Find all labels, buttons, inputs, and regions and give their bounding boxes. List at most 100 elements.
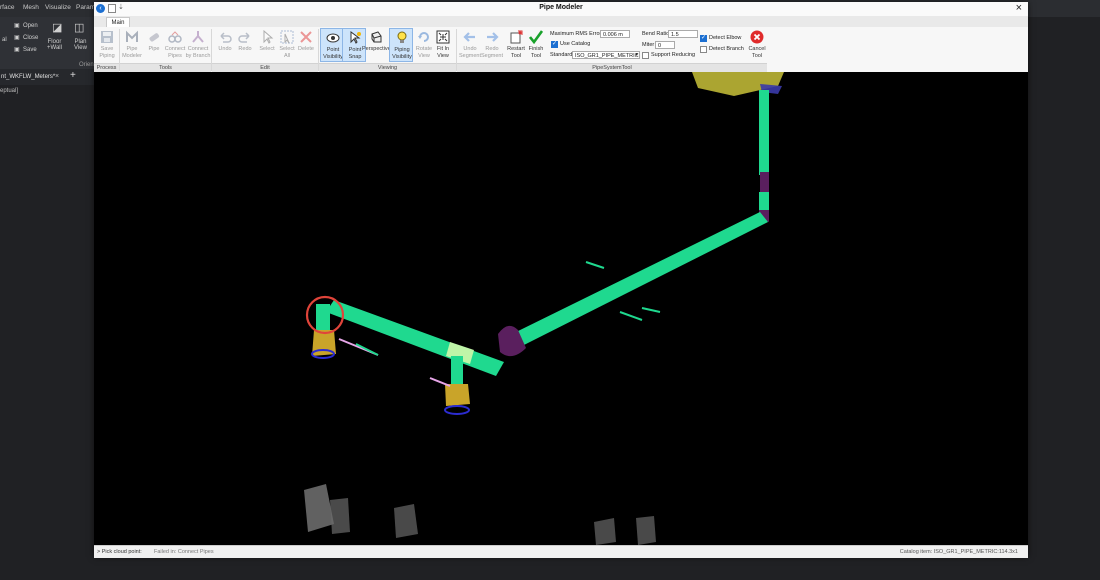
delete-button[interactable]: Delete	[294, 28, 318, 62]
host-orient-label: Orien	[79, 62, 94, 68]
redo-segment-button[interactable]: Redo Segment	[480, 28, 504, 62]
host-save-button[interactable]: Save	[23, 47, 37, 53]
arrow-right-icon	[487, 32, 499, 42]
pipe-modeler-window: ‹ ⇣ Pipe Modeler × Main Save Piping Pipe…	[94, 2, 1028, 558]
arrow-left-icon	[463, 32, 475, 42]
pipe-drop	[451, 356, 463, 386]
pipe-modeler-icon	[126, 30, 138, 42]
connect-pipes-icon	[168, 31, 182, 43]
max-rms-input[interactable]: 0.006 m	[600, 30, 630, 38]
host-menu-mesh[interactable]: Mesh	[23, 4, 39, 11]
miter-input[interactable]: 0	[655, 41, 675, 49]
detect-branch-checkbox[interactable]	[700, 46, 707, 53]
point-snap-button[interactable]: Point Snap	[342, 28, 366, 62]
host-plan-view-button[interactable]: Plan View	[74, 39, 87, 51]
host-doc-tab-label: nt_WKFLW_Meters*	[1, 74, 56, 80]
host-menu-visualize[interactable]: Visualize	[45, 4, 71, 11]
pipe-fragment	[641, 307, 661, 313]
structure-point-cloud	[304, 484, 334, 532]
base-flange	[444, 405, 470, 415]
bend-ratio-input[interactable]: 1.5	[668, 30, 698, 38]
structure-point-cloud	[636, 516, 656, 545]
host-floor-wall-button[interactable]: Floor +Wall	[47, 39, 62, 51]
rotate-view-icon	[418, 32, 429, 42]
detect-elbow-label: Detect Elbow	[709, 35, 742, 41]
host-menu-surface[interactable]: rface	[0, 4, 14, 11]
undo-icon	[220, 32, 232, 43]
host-ribbon: al ▣ Open ▣ Close ▣ Save ◪ Floor +Wall ◫…	[0, 17, 96, 69]
pipe-elbow	[760, 172, 769, 194]
host-btn-stub[interactable]: al	[2, 37, 7, 43]
host-doc-tab-close-icon[interactable]: ×	[55, 71, 59, 83]
3d-viewport[interactable]	[94, 72, 1028, 545]
status-message: Failed in: Connect Pipes	[154, 549, 214, 555]
support-point-cloud	[445, 384, 470, 406]
group-label-process: Process	[94, 63, 119, 72]
pipe-modeler-button[interactable]: Pipe Modeler	[120, 28, 144, 62]
cursor-icon	[263, 30, 274, 44]
pipe-segment-branch	[326, 300, 504, 376]
fit-in-view-label: Fit In View	[436, 46, 450, 59]
select-all-icon	[280, 30, 294, 44]
host-save-icon: ▣	[14, 47, 20, 53]
lightbulb-icon	[397, 31, 407, 43]
group-label-edit: Edit	[212, 63, 318, 72]
small-pipe-stub	[429, 377, 451, 387]
host-menu-parametric[interactable]: Param	[76, 4, 95, 11]
finish-tool-label: Finish Tool	[528, 46, 544, 59]
perspective-cube-icon	[371, 31, 382, 43]
ribbon: Save Piping Pipe Modeler Pipe Connect Pi…	[94, 27, 1028, 73]
eye-icon	[326, 33, 340, 43]
pipe-fragment	[585, 261, 605, 269]
pipe-riser	[759, 192, 769, 210]
support-reducing-checkbox[interactable]	[642, 52, 649, 59]
structure-point-cloud	[594, 518, 616, 545]
support-reducing-label: Support Reducing	[651, 52, 696, 58]
window-close-icon[interactable]: ×	[1016, 2, 1022, 14]
host-floor-icon: ◪	[52, 22, 63, 34]
fit-in-view-button[interactable]: Fit In View	[431, 28, 455, 62]
save-piping-button[interactable]: Save Piping	[95, 28, 119, 62]
group-label-pipesystemtool: PipeSystemTool	[457, 63, 767, 72]
command-prompt: > Pick cloud point:	[97, 549, 142, 555]
cancel-tool-button[interactable]: Cancel Tool	[745, 28, 769, 62]
use-catalog-label: Use Catalog	[560, 41, 591, 47]
max-rms-label: Maximum RMS Error	[550, 31, 602, 37]
perspective-label: Perspective	[362, 46, 391, 52]
use-catalog-checkbox[interactable]	[551, 40, 558, 48]
finish-tool-button[interactable]: Finish Tool	[524, 28, 548, 62]
standard-select[interactable]: ISO_GR1_PIPE_METRIC ▾	[572, 51, 640, 59]
host-tabbar: nt_WKFLW_Meters* ×	[0, 69, 96, 85]
standard-select-value: ISO_GR1_PIPE_METRIC	[575, 53, 639, 59]
pipe-segment-main	[512, 212, 768, 348]
restart-tool-icon	[510, 30, 523, 44]
detect-branch-label: Detect Branch	[709, 46, 744, 52]
checkmark-icon	[529, 30, 543, 44]
fit-in-view-icon	[436, 30, 450, 44]
redo-button[interactable]: Redo	[233, 28, 257, 62]
redo-icon	[238, 32, 250, 43]
detect-elbow-checkbox[interactable]	[700, 34, 707, 42]
standard-label: Standard	[550, 52, 573, 58]
point-cloud-scene	[304, 72, 784, 545]
miter-label: Miter	[642, 42, 655, 48]
save-piping-label: Save Piping	[99, 46, 115, 59]
save-piping-icon	[101, 31, 113, 43]
host-close-button[interactable]: Close	[23, 35, 38, 41]
connect-by-branch-icon	[192, 31, 204, 43]
bend-ratio-label: Bend Ratio	[642, 31, 670, 37]
host-view-style-label: eptual]	[0, 88, 19, 94]
group-label-viewing: Viewing	[319, 63, 456, 72]
connect-by-branch-label: Connect by Branch	[185, 46, 211, 59]
structure-point-cloud	[394, 504, 418, 538]
perspective-button[interactable]: Perspective	[362, 28, 391, 62]
host-doc-tab[interactable]: nt_WKFLW_Meters* ×	[0, 71, 71, 83]
host-add-tab-icon[interactable]: +	[70, 70, 76, 81]
delete-label: Delete	[298, 46, 314, 52]
pipe-icon	[149, 33, 160, 42]
host-open-button[interactable]: Open	[23, 23, 38, 29]
connect-by-branch-button[interactable]: Connect by Branch	[186, 28, 210, 62]
catalog-item-status: Catalog item: ISO_GR1_PIPE_METRIC:114.3x…	[899, 549, 1018, 555]
cancel-icon	[750, 30, 764, 44]
small-pipe-stub	[355, 343, 379, 356]
